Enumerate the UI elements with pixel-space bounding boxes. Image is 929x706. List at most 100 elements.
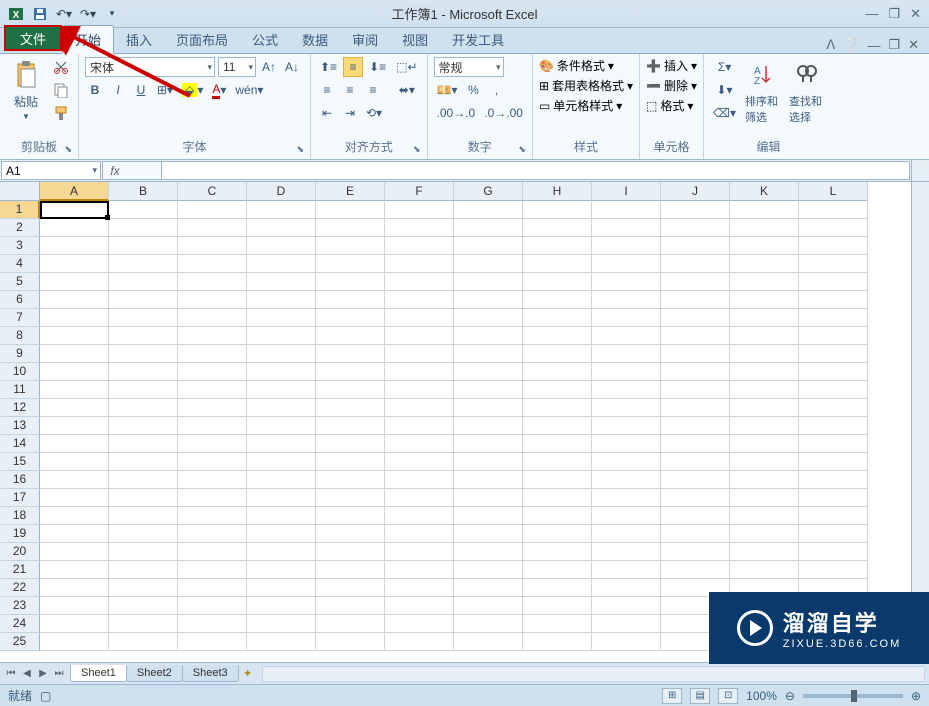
cell[interactable] [592,363,661,381]
help-icon[interactable]: ❔ [843,37,859,53]
row-header[interactable]: 16 [0,471,40,489]
increase-font-icon[interactable]: A↑ [259,57,279,77]
tab-nav-first-icon[interactable]: ⏮ [4,666,18,682]
row-header[interactable]: 17 [0,489,40,507]
cell[interactable] [730,525,799,543]
cell[interactable] [385,399,454,417]
cell[interactable] [385,219,454,237]
cell[interactable] [40,219,109,237]
cell[interactable] [661,471,730,489]
cell[interactable] [523,327,592,345]
cell[interactable] [247,381,316,399]
normal-view-icon[interactable]: ⊞ [662,688,682,704]
cell[interactable] [109,309,178,327]
row-header[interactable]: 8 [0,327,40,345]
cell[interactable] [592,561,661,579]
cell[interactable] [454,615,523,633]
cell[interactable] [247,345,316,363]
cell[interactable] [40,417,109,435]
macro-record-icon[interactable]: ▢ [40,689,51,703]
column-header[interactable]: J [661,182,730,201]
cell[interactable] [661,543,730,561]
cell[interactable] [385,507,454,525]
cell[interactable] [316,273,385,291]
cell[interactable] [247,633,316,651]
tab-nav-next-icon[interactable]: ▶ [36,666,50,682]
cell[interactable] [799,561,868,579]
cell[interactable] [40,237,109,255]
launcher-icon[interactable]: ⬊ [413,144,421,155]
cell[interactable] [730,561,799,579]
row-header[interactable]: 20 [0,543,40,561]
cell[interactable] [40,507,109,525]
cell[interactable] [247,363,316,381]
cell[interactable] [316,561,385,579]
vertical-scrollbar[interactable] [911,182,929,662]
cell[interactable] [661,345,730,363]
cell[interactable] [178,579,247,597]
cell[interactable] [454,435,523,453]
cell[interactable] [523,561,592,579]
cell[interactable] [385,291,454,309]
row-header[interactable]: 9 [0,345,40,363]
cell[interactable] [40,345,109,363]
cell[interactable] [385,615,454,633]
row-header[interactable]: 21 [0,561,40,579]
zoom-level[interactable]: 100% [746,689,777,703]
cell[interactable] [454,507,523,525]
cell[interactable] [247,615,316,633]
cell[interactable] [247,525,316,543]
orientation-icon[interactable]: ⟲▾ [363,103,385,123]
cell[interactable] [523,273,592,291]
undo-icon[interactable]: ↶▾ [54,4,74,24]
cell[interactable] [316,471,385,489]
cell[interactable] [730,309,799,327]
cell[interactable] [523,435,592,453]
cell[interactable] [454,345,523,363]
find-select-button[interactable]: 查找和选择 [787,57,827,127]
cell[interactable] [109,273,178,291]
cell[interactable] [385,453,454,471]
cell[interactable] [661,399,730,417]
cell[interactable] [316,507,385,525]
sheet-tab-3[interactable]: Sheet3 [182,665,239,682]
tab-nav-last-icon[interactable]: ⏭ [52,666,66,682]
cell[interactable] [109,291,178,309]
cell[interactable] [730,543,799,561]
cell[interactable] [178,597,247,615]
cell[interactable] [730,453,799,471]
cell[interactable] [109,399,178,417]
cell[interactable] [247,399,316,417]
cell[interactable] [316,453,385,471]
cell[interactable] [316,309,385,327]
cell[interactable] [316,417,385,435]
restore-icon[interactable]: ❐ [888,6,900,22]
cell[interactable] [799,345,868,363]
cell[interactable] [661,381,730,399]
cell[interactable] [454,309,523,327]
clear-icon[interactable]: ⌫▾ [710,103,739,123]
cell[interactable] [247,201,316,219]
cell[interactable] [247,237,316,255]
cell[interactable] [454,561,523,579]
row-header[interactable]: 2 [0,219,40,237]
cell[interactable] [661,255,730,273]
cell[interactable] [523,255,592,273]
ribbon-minimize-icon[interactable]: ᐱ [826,37,835,53]
cell[interactable] [109,237,178,255]
cell[interactable] [592,489,661,507]
row-header[interactable]: 7 [0,309,40,327]
cell[interactable] [385,435,454,453]
cell[interactable] [730,399,799,417]
cell[interactable] [178,633,247,651]
cell[interactable] [178,489,247,507]
cell[interactable] [247,309,316,327]
cell[interactable] [385,471,454,489]
cell[interactable] [109,417,178,435]
cell[interactable] [40,291,109,309]
paste-button[interactable]: 粘贴 ▼ [6,57,46,123]
cell[interactable] [178,525,247,543]
cell[interactable] [799,363,868,381]
cell[interactable] [178,435,247,453]
decrease-decimal-icon[interactable]: .0→.00 [481,103,526,123]
